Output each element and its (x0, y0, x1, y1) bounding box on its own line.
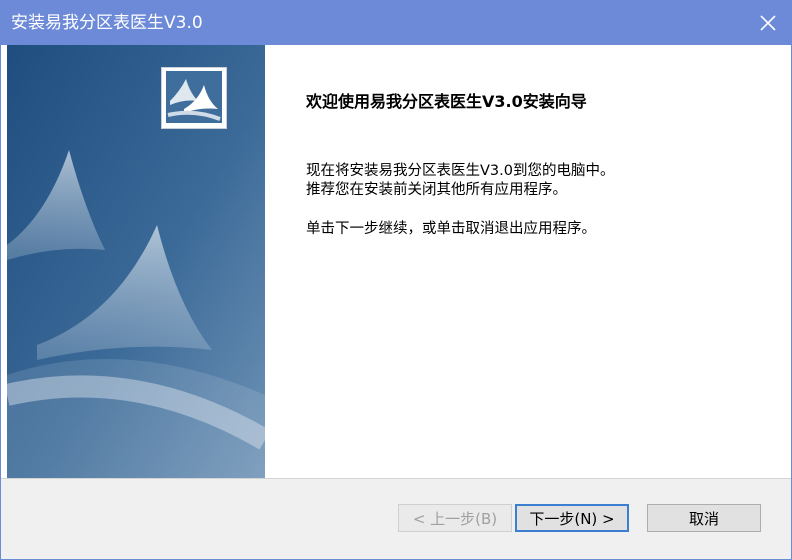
tent-logo-icon (166, 71, 222, 123)
app-logo (161, 67, 227, 129)
install-description: 现在将安装易我分区表医生V3.0到您的电脑中。 (306, 163, 615, 179)
close-apps-recommendation: 推荐您在安装前关闭其他所有应用程序。 (306, 182, 567, 198)
close-button[interactable] (745, 1, 791, 45)
continue-instruction: 单击下一步继续，或单击取消退出应用程序。 (306, 221, 596, 237)
window-title: 安装易我分区表医生V3.0 (11, 13, 203, 33)
title-bar[interactable]: 安装易我分区表医生V3.0 (1, 1, 791, 45)
close-icon (760, 15, 776, 31)
back-button[interactable]: < 上一步(B) (398, 504, 512, 532)
next-button[interactable]: 下一步(N) > (515, 504, 629, 532)
footer-divider (1, 478, 791, 479)
cancel-button[interactable]: 取消 (647, 504, 761, 532)
wizard-content: 欢迎使用易我分区表医生V3.0安装向导 现在将安装易我分区表医生V3.0到您的电… (1, 45, 791, 478)
installer-window: 安装易我分区表医生V3.0 欢迎使用易我分区表医生V3.0安装向导 现在将安装易… (0, 0, 792, 560)
welcome-heading: 欢迎使用易我分区表医生V3.0安装向导 (306, 92, 587, 111)
